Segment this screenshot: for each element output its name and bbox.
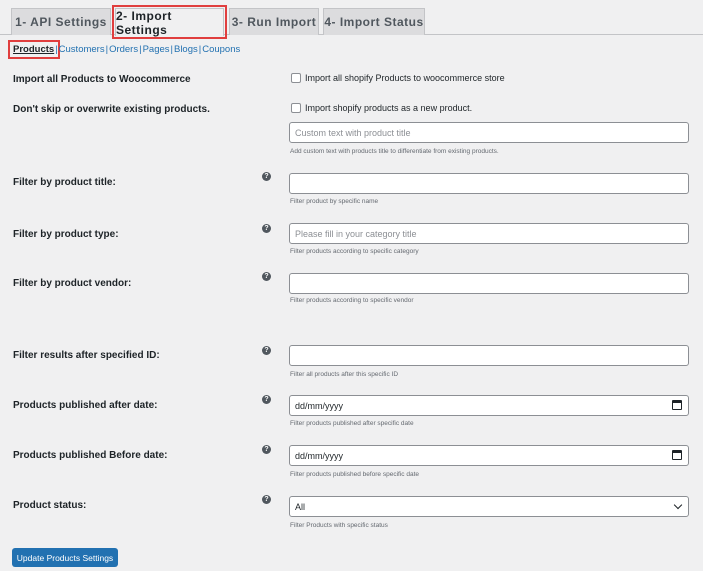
filter-title-label: Filter by product title: (13, 177, 116, 188)
separator: | (139, 44, 142, 55)
tab-import-settings[interactable]: 2- Import Settings (112, 5, 227, 39)
filter-id-description: Filter all products after this specific … (290, 371, 399, 378)
date-value: dd/mm/yyyy (295, 400, 344, 411)
subnav-orders[interactable]: Orders (109, 44, 138, 55)
help-icon[interactable]: ? (262, 395, 271, 404)
update-products-settings-button[interactable]: Update Products Settings (12, 548, 118, 567)
filter-vendor-description: Filter products according to specific ve… (290, 297, 414, 304)
filter-type-description: Filter products according to specific ca… (290, 248, 419, 255)
custom-text-description: Add custom text with products title to d… (290, 148, 499, 155)
subnav-products[interactable]: Products (13, 44, 54, 55)
filter-title-input[interactable] (289, 173, 689, 194)
separator: | (55, 44, 58, 55)
import-all-option[interactable]: Import all shopify Products to woocommer… (291, 73, 505, 83)
tab-run-import[interactable]: 3- Run Import (229, 8, 319, 35)
status-select[interactable]: All (289, 496, 689, 517)
import-all-checkbox[interactable] (291, 73, 301, 83)
no-skip-option[interactable]: Import shopify products as a new product… (291, 103, 472, 113)
status-selected-value: All (295, 501, 306, 512)
tab-api-settings[interactable]: 1- API Settings (11, 8, 111, 35)
published-after-label: Products published after date: (13, 400, 158, 411)
import-all-label: Import all Products to Woocommerce (13, 74, 191, 85)
subnav-coupons[interactable]: Coupons (202, 44, 240, 55)
filter-type-input[interactable]: Please fill in your category title (289, 223, 689, 244)
calendar-icon[interactable] (672, 400, 682, 410)
help-icon[interactable]: ? (262, 172, 271, 181)
subnav-blogs[interactable]: Blogs (174, 44, 198, 55)
published-before-description: Filter products published before specifi… (290, 471, 419, 478)
help-icon[interactable]: ? (262, 346, 271, 355)
status-label: Product status: (13, 500, 87, 511)
published-before-date-input[interactable]: dd/mm/yyyy (289, 445, 689, 466)
help-icon[interactable]: ? (262, 272, 271, 281)
new-product-checkbox-label: Import shopify products as a new product… (305, 103, 473, 113)
import-all-checkbox-label: Import all shopify Products to woocommer… (305, 73, 505, 83)
chevron-down-icon (673, 500, 683, 510)
published-after-date-input[interactable]: dd/mm/yyyy (289, 395, 689, 416)
published-after-description: Filter products published after specific… (290, 420, 414, 427)
filter-title-description: Filter product by specific name (290, 198, 379, 205)
settings-tabs: 1- API Settings 2- Import Settings 3- Ru… (0, 0, 703, 39)
subnav: Products | Customers | Orders | Pages | … (13, 44, 240, 55)
separator: | (170, 44, 173, 55)
tab-import-status[interactable]: 4- Import Status (323, 8, 425, 35)
filter-type-label: Filter by product type: (13, 229, 119, 240)
date-value: dd/mm/yyyy (295, 450, 344, 461)
filter-vendor-label: Filter by product vendor: (13, 278, 132, 289)
no-skip-label: Don't skip or overwrite existing product… (13, 104, 210, 115)
custom-text-input[interactable]: Custom text with product title (289, 122, 689, 143)
subnav-pages[interactable]: Pages (143, 44, 170, 55)
help-icon[interactable]: ? (262, 224, 271, 233)
filter-vendor-input[interactable] (289, 273, 689, 294)
status-description: Filter Products with specific status (290, 522, 388, 529)
new-product-checkbox[interactable] (291, 103, 301, 113)
help-icon[interactable]: ? (262, 495, 271, 504)
separator: | (105, 44, 109, 55)
filter-id-input[interactable] (289, 345, 689, 366)
separator: | (198, 44, 202, 55)
calendar-icon[interactable] (672, 450, 682, 460)
published-before-label: Products published Before date: (13, 450, 168, 461)
subnav-customers[interactable]: Customers (59, 44, 105, 55)
help-icon[interactable]: ? (262, 445, 271, 454)
filter-id-label: Filter results after specified ID: (13, 350, 160, 361)
